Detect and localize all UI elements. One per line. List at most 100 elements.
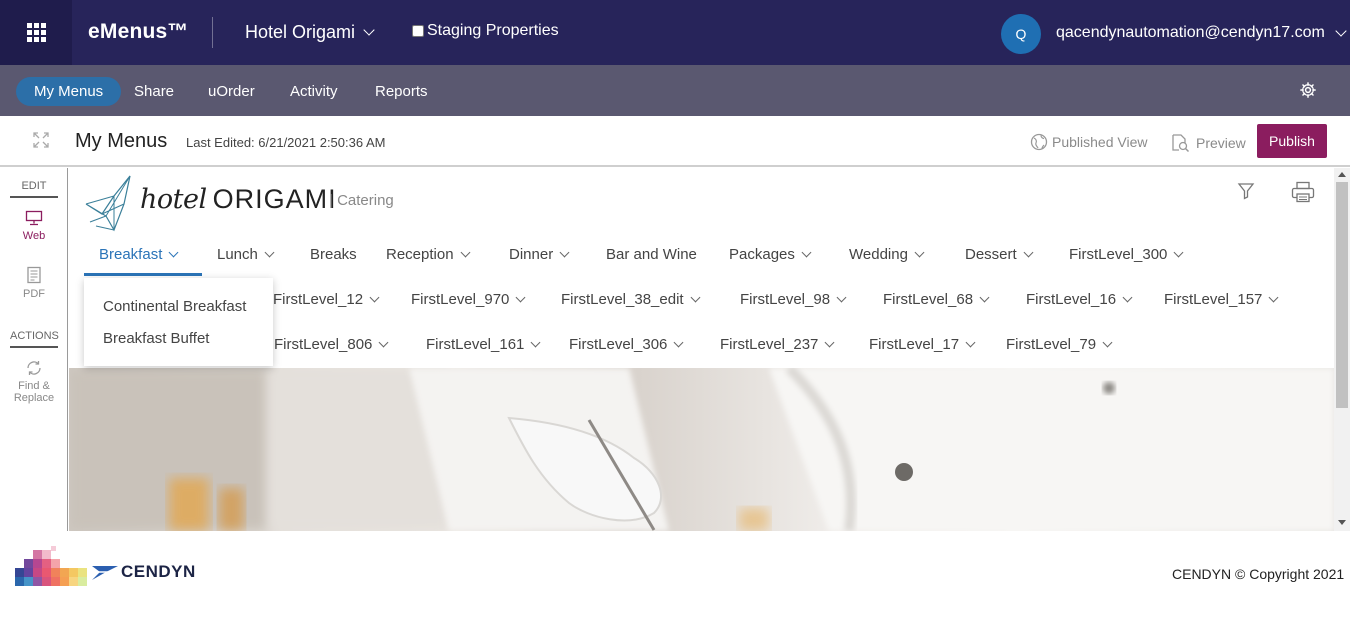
chevron-down-icon [369, 292, 380, 303]
menu-tab-reception[interactable]: Reception [386, 246, 470, 263]
menu-tab-label: Breaks [310, 246, 357, 263]
menu-tab-wedding[interactable]: Wedding [849, 246, 925, 263]
property-selector[interactable]: Hotel Origami [245, 22, 375, 43]
web-label: Web [22, 230, 46, 242]
menu-tab-packages[interactable]: Packages [729, 246, 812, 263]
menu-tab-label: Wedding [849, 246, 908, 263]
monitor-icon [25, 210, 43, 226]
nav-uorder[interactable]: uOrder [208, 77, 255, 106]
actions-heading: ACTIONS [10, 330, 59, 348]
menu-tab-bar-and-wine[interactable]: Bar and Wine [606, 246, 697, 263]
origami-crane-logo [85, 175, 131, 232]
pdf-mode-button[interactable]: PDF [0, 266, 68, 300]
menu-tab-lunch[interactable]: Lunch [217, 246, 275, 263]
chevron-down-icon [673, 337, 684, 348]
cendyn-logo [15, 546, 118, 586]
web-mode-button[interactable]: Web [0, 210, 68, 242]
chevron-down-icon [690, 292, 701, 303]
chevron-down-icon [515, 292, 526, 303]
filter-icon[interactable] [1237, 182, 1255, 200]
find-replace-button[interactable]: Find & Replace [0, 360, 68, 404]
published-view-label: Published View [1052, 134, 1148, 150]
menu-tab-label: FirstLevel_806 [274, 336, 373, 353]
print-icon[interactable] [1291, 181, 1315, 203]
menu-tab-label: Lunch [217, 246, 258, 263]
refresh-icon [27, 361, 41, 375]
menu-tab-label: Breakfast [99, 246, 163, 263]
menu-tab-label: FirstLevel_300 [1069, 246, 1168, 263]
menu-tab-firstlevel-16[interactable]: FirstLevel_16 [1026, 291, 1133, 308]
scrollbar-thumb[interactable] [1336, 182, 1348, 408]
user-menu[interactable]: qacendynautomation@cendyn17.com [1056, 24, 1347, 42]
nav-my-menus[interactable]: My Menus [16, 77, 122, 106]
staging-properties-toggle[interactable]: Staging Properties [412, 22, 559, 40]
menu-tab-label: Dessert [965, 246, 1017, 263]
logo-word-origami: ORIGAMI [212, 184, 337, 214]
chevron-down-icon [264, 247, 275, 258]
page-title: My Menus [75, 130, 168, 152]
nav-reports[interactable]: Reports [375, 77, 428, 106]
chevron-down-icon [965, 337, 976, 348]
menu-tab-firstlevel-237[interactable]: FirstLevel_237 [720, 336, 835, 353]
staging-checkbox[interactable] [412, 25, 424, 37]
app-launcher-button[interactable] [0, 0, 72, 65]
main-nav: My Menus Share uOrder Activity Reports [0, 65, 1350, 116]
menu-tab-firstlevel-157[interactable]: FirstLevel_157 [1164, 291, 1279, 308]
menu-tab-breakfast[interactable]: Breakfast [99, 246, 179, 263]
chevron-down-icon [363, 24, 375, 36]
edit-heading: EDIT [10, 180, 58, 198]
menu-tab-firstlevel-970[interactable]: FirstLevel_970 [411, 291, 526, 308]
submenu-breakfast-buffet[interactable]: Breakfast Buffet [103, 330, 209, 347]
hotel-logo-text: hotel ORIGAMI [140, 184, 337, 215]
menu-tab-firstlevel-806[interactable]: FirstLevel_806 [274, 336, 389, 353]
find-replace-label-1: Find & [18, 380, 50, 392]
chevron-down-icon [1122, 292, 1133, 303]
preview-button[interactable]: Preview [1170, 133, 1246, 153]
menu-tab-label: FirstLevel_161 [426, 336, 525, 353]
divider [212, 17, 213, 48]
brand-title: eMenus™ [88, 20, 189, 43]
staging-label: Staging Properties [427, 22, 559, 39]
scroll-up-arrow-icon[interactable] [1338, 172, 1346, 177]
menu-tab-firstlevel-17[interactable]: FirstLevel_17 [869, 336, 976, 353]
menu-tab-label: FirstLevel_12 [273, 291, 364, 308]
submenu-continental-breakfast[interactable]: Continental Breakfast [103, 298, 246, 315]
property-name: Hotel Origami [245, 22, 356, 42]
globe-icon [1030, 133, 1048, 151]
avatar[interactable]: Q [1001, 14, 1041, 54]
menu-category: | Catering [329, 192, 394, 209]
last-edited: Last Edited: 6/21/2021 2:50:36 AM [186, 135, 386, 150]
chevron-down-icon [559, 247, 570, 258]
publish-button[interactable]: Publish [1257, 124, 1327, 158]
user-email: qacendynautomation@cendyn17.com [1056, 24, 1325, 41]
grid-icon [26, 23, 46, 42]
chevron-down-icon [914, 247, 925, 258]
menu-tab-firstlevel-38-edit[interactable]: FirstLevel_38_edit [561, 291, 701, 308]
chef-photo [69, 368, 1334, 531]
chevron-down-icon [824, 337, 835, 348]
menu-tab-label: FirstLevel_306 [569, 336, 668, 353]
menu-tab-firstlevel-68[interactable]: FirstLevel_68 [883, 291, 990, 308]
menu-tab-firstlevel-300[interactable]: FirstLevel_300 [1069, 246, 1184, 263]
footer-brand: CENDYN [121, 562, 196, 581]
menu-tab-label: FirstLevel_157 [1164, 291, 1263, 308]
menu-tab-label: FirstLevel_38_edit [561, 291, 684, 308]
menu-tab-dinner[interactable]: Dinner [509, 246, 570, 263]
menu-tab-label: FirstLevel_17 [869, 336, 960, 353]
published-view-button[interactable]: Published View [1030, 133, 1147, 151]
menu-tab-firstlevel-161[interactable]: FirstLevel_161 [426, 336, 541, 353]
gear-icon[interactable] [1299, 81, 1317, 99]
menu-tab-firstlevel-79[interactable]: FirstLevel_79 [1006, 336, 1113, 353]
menu-tab-label: Bar and Wine [606, 246, 697, 263]
nav-share[interactable]: Share [134, 77, 174, 106]
active-tab-indicator [84, 273, 202, 276]
menu-tab-firstlevel-98[interactable]: FirstLevel_98 [740, 291, 847, 308]
menu-tab-firstlevel-306[interactable]: FirstLevel_306 [569, 336, 684, 353]
scroll-down-arrow-icon[interactable] [1338, 520, 1346, 525]
nav-activity[interactable]: Activity [290, 77, 338, 106]
expand-icon[interactable] [33, 132, 49, 148]
find-replace-label-2: Replace [13, 392, 55, 404]
menu-tab-dessert[interactable]: Dessert [965, 246, 1034, 263]
menu-tab-breaks[interactable]: Breaks [310, 246, 357, 263]
menu-tab-firstlevel-12[interactable]: FirstLevel_12 [273, 291, 380, 308]
